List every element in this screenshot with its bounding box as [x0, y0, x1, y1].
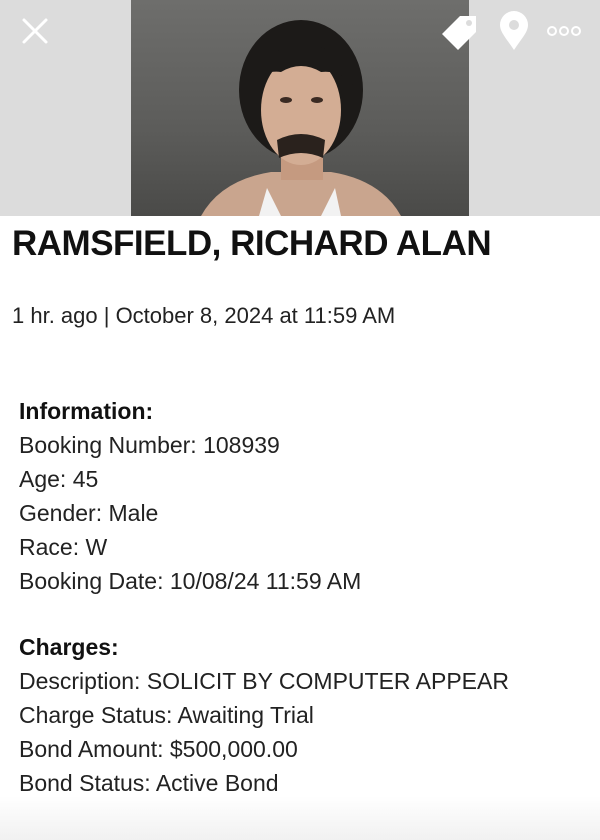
- charges-section: Charges: Description: SOLICIT BY COMPUTE…: [19, 630, 509, 800]
- more-icon[interactable]: [546, 22, 582, 40]
- age: Age: 45: [19, 466, 99, 492]
- information-section: Information: Booking Number: 108939 Age:…: [19, 394, 361, 598]
- close-icon[interactable]: [18, 14, 52, 48]
- location-pin-icon[interactable]: [496, 10, 532, 52]
- charge-description: Description: SOLICIT BY COMPUTER APPEAR: [19, 668, 509, 694]
- charge-status: Charge Status: Awaiting Trial: [19, 702, 314, 728]
- charges-heading: Charges:: [19, 634, 119, 660]
- bond-status: Bond Status: Active Bond: [19, 770, 279, 796]
- race: Race: W: [19, 534, 108, 560]
- bottom-fade: [0, 796, 600, 840]
- person-name: RAMSFIELD, RICHARD ALAN: [12, 224, 492, 263]
- bond-amount: Bond Amount: $500,000.00: [19, 736, 298, 762]
- gender: Gender: Male: [19, 500, 159, 526]
- booking-date: Booking Date: 10/08/24 11:59 AM: [19, 568, 362, 594]
- mugshot-photo: [131, 0, 469, 216]
- booking-number: Booking Number: 108939: [19, 432, 280, 458]
- tag-icon[interactable]: [440, 12, 480, 52]
- header-bar: [0, 0, 600, 216]
- post-meta: 1 hr. ago | October 8, 2024 at 11:59 AM: [12, 303, 396, 328]
- information-heading: Information:: [19, 398, 154, 424]
